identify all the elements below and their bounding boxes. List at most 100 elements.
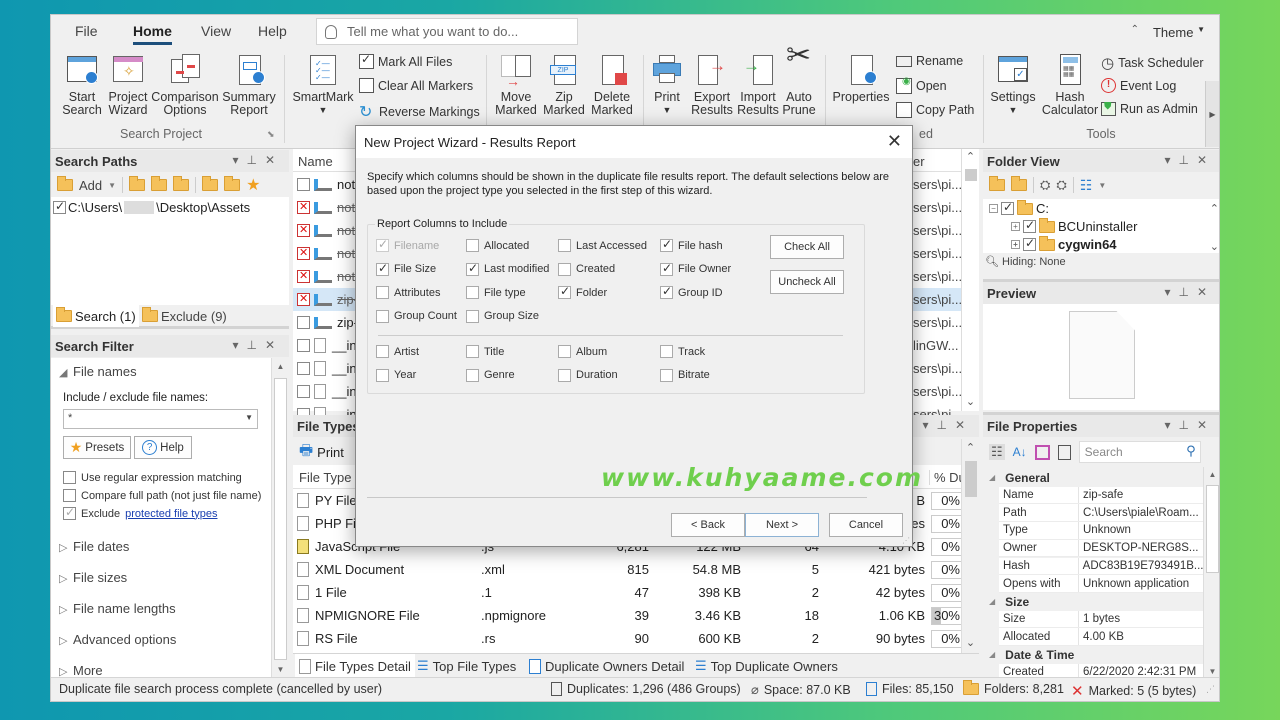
expanded-triangle-icon[interactable]: ◢ <box>989 473 995 482</box>
remove-folder-icon[interactable] <box>129 176 146 191</box>
cancel-button[interactable]: Cancel <box>829 513 903 537</box>
table-row[interactable]: XML Document .xml 815 54.8 MB 5 421 bytes 0% <box>293 558 979 581</box>
check-folders-icon[interactable] <box>989 176 1005 191</box>
column-checkbox[interactable] <box>466 309 479 323</box>
column-checkbox[interactable] <box>466 345 479 358</box>
section-file-names[interactable]: ◢ File names <box>59 364 137 379</box>
column-option[interactable]: Group ID <box>660 284 723 299</box>
mark-checkbox[interactable] <box>297 178 310 191</box>
back-button[interactable]: < Back <box>671 513 745 537</box>
section-advanced-options[interactable]: ▷ Advanced options <box>59 632 176 647</box>
folder-checkbox[interactable] <box>1023 236 1036 251</box>
column-checkbox[interactable] <box>660 368 673 382</box>
column-checkbox[interactable] <box>660 345 673 358</box>
media-column-option[interactable]: Duration <box>558 368 618 382</box>
property-category[interactable]: ◢ Size <box>983 592 1203 611</box>
column-option[interactable]: Allocated <box>466 239 529 252</box>
resize-grip-icon[interactable]: ⋰ <box>902 536 910 545</box>
exclude-protected-checkbox[interactable] <box>63 505 76 520</box>
sort-az-icon[interactable]: A↓ <box>1013 445 1027 459</box>
tree-node[interactable]: − C: <box>989 199 1049 216</box>
column-checkbox[interactable] <box>466 286 479 299</box>
task-scheduler-button[interactable]: ◷ Task Scheduler <box>1101 54 1204 72</box>
panel-controls[interactable]: ▾⊥✕ <box>1164 285 1215 299</box>
media-column-option[interactable]: Album <box>558 345 607 358</box>
rename-button[interactable]: Rename <box>896 54 963 68</box>
tree-scroll-down[interactable]: ⌄ <box>1210 240 1219 253</box>
tree-view-icon[interactable]: ☷ <box>1080 177 1093 194</box>
column-checkbox[interactable] <box>558 284 571 299</box>
search-filter-scrollbar[interactable]: ▲ ▼ <box>271 358 289 678</box>
move-down-folder-icon[interactable] <box>173 176 190 191</box>
copy-icon[interactable] <box>1057 444 1071 460</box>
property-row[interactable]: Created 6/22/2020 2:42:31 PM <box>999 663 1203 678</box>
column-checkbox[interactable] <box>558 345 571 358</box>
exclude-folder-icon[interactable] <box>224 176 241 191</box>
move-up-folder-icon[interactable] <box>151 176 168 191</box>
lock-folder-icon[interactable] <box>202 176 219 191</box>
media-column-option[interactable]: Genre <box>466 368 515 382</box>
mark-checkbox[interactable] <box>297 269 310 283</box>
mark-checkbox[interactable] <box>297 362 310 375</box>
column-checkbox[interactable] <box>376 368 389 382</box>
theme-dropdown[interactable]: Theme ▼ <box>1153 25 1205 40</box>
expanded-triangle-icon[interactable]: ◢ <box>989 650 995 659</box>
expand-icon[interactable]: + <box>1011 240 1020 249</box>
export-results-button[interactable]: → Export Results <box>689 53 735 117</box>
star-icon[interactable]: ★ <box>246 175 260 195</box>
property-row[interactable]: Type Unknown <box>999 522 1203 540</box>
search-path-item[interactable]: C:\Users\ \Desktop\Assets <box>51 197 289 218</box>
tab-exclude-paths[interactable]: Exclude (9) <box>139 305 230 327</box>
property-row[interactable]: Size 1 bytes <box>999 610 1203 629</box>
tab-help[interactable]: Help <box>258 23 287 39</box>
binoculars-next-icon[interactable]: ⛭ <box>1056 177 1066 193</box>
property-row[interactable]: Allocated 4.00 KB <box>999 628 1203 646</box>
panel-controls[interactable]: ▾⊥✕ <box>232 338 283 352</box>
column-checkbox[interactable] <box>558 262 571 276</box>
check-all-button[interactable]: Check All <box>770 235 844 259</box>
dialog-launcher-icon[interactable]: ⬊ <box>267 129 275 140</box>
panel-controls[interactable]: ▾⊥✕ <box>922 418 973 432</box>
auto-prune-button[interactable]: ✂ Auto Prune <box>781 41 817 117</box>
mark-checkbox[interactable] <box>297 385 310 398</box>
next-button[interactable]: Next > <box>745 513 819 537</box>
mark-checkbox[interactable] <box>297 292 310 306</box>
property-row[interactable]: Opens with Unknown application <box>999 575 1203 593</box>
properties-scrollbar[interactable]: ▲ ▼ <box>1203 467 1219 678</box>
tab-top-duplicate-owners[interactable]: ☰ Top Duplicate Owners <box>695 654 838 678</box>
summary-report-button[interactable]: Summary Report <box>221 53 277 117</box>
tell-me-search[interactable]: Tell me what you want to do... <box>316 18 578 45</box>
mark-checkbox[interactable] <box>297 339 310 352</box>
mark-checkbox[interactable] <box>297 200 310 214</box>
folder-checkbox[interactable] <box>1023 218 1036 233</box>
reverse-markings-button[interactable]: ↻ Reverse Markings <box>359 102 480 122</box>
property-category[interactable]: ◢ Date & Time <box>983 646 1203 664</box>
column-checkbox[interactable] <box>558 368 571 382</box>
regex-checkbox[interactable] <box>63 471 76 484</box>
mark-checkbox[interactable] <box>297 223 310 237</box>
column-option[interactable]: File hash <box>660 237 723 252</box>
column-option[interactable]: Attributes <box>376 286 440 299</box>
zip-marked-button[interactable]: ZIP Zip Marked <box>541 53 587 117</box>
tab-duplicate-owners-detail[interactable]: Duplicate Owners Detail <box>529 654 684 678</box>
add-folder-icon[interactable] <box>57 176 73 191</box>
table-row[interactable]: 1 File .1 47 398 KB 2 42 bytes 0% <box>293 581 979 604</box>
panel-controls[interactable]: ▾⊥✕ <box>1164 418 1215 432</box>
open-button[interactable]: ◉ Open <box>896 76 947 94</box>
section-more[interactable]: ▷ More <box>59 663 103 678</box>
import-results-button[interactable]: → Import Results <box>735 53 781 117</box>
collapse-ribbon-icon[interactable]: ⌃ <box>1131 24 1139 35</box>
path-checkbox[interactable] <box>53 199 66 214</box>
media-column-option[interactable]: Track <box>660 345 705 358</box>
tab-view[interactable]: View <box>201 23 231 39</box>
event-log-button[interactable]: ! Event Log <box>1101 78 1176 93</box>
mark-checkbox[interactable] <box>297 246 310 260</box>
column-checkbox[interactable] <box>466 239 479 252</box>
column-checkbox[interactable] <box>660 261 673 276</box>
column-option[interactable]: Last Accessed <box>558 239 647 252</box>
column-option[interactable]: Group Size <box>466 309 539 323</box>
media-column-option[interactable]: Year <box>376 368 416 382</box>
tree-scroll-up[interactable]: ⌃ <box>1210 202 1219 215</box>
panel-controls[interactable]: ▾⊥✕ <box>232 153 283 167</box>
properties-button[interactable]: Properties <box>829 53 893 104</box>
